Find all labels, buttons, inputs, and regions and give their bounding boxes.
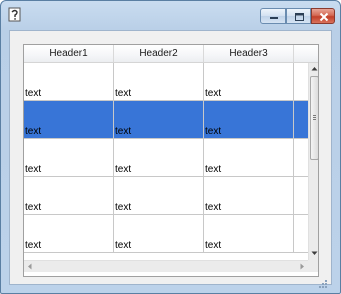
table-cell[interactable]: text [24, 139, 114, 176]
table-row-selected[interactable]: text text text [24, 101, 308, 139]
column-header-3[interactable]: Header3 [204, 45, 294, 62]
scroll-right-arrow-icon[interactable] [300, 263, 305, 270]
maximize-icon [295, 13, 304, 21]
table-header: Header1 Header2 Header3 [24, 45, 318, 63]
maximize-button[interactable] [286, 8, 311, 24]
close-button[interactable] [311, 8, 335, 24]
close-icon [319, 12, 329, 22]
column-header-1[interactable]: Header1 [24, 45, 114, 62]
cell-text: text [205, 202, 222, 213]
vertical-scrollbar[interactable] [308, 63, 318, 260]
table-row[interactable]: text text text [24, 177, 308, 215]
resize-grip-icon[interactable] [318, 279, 328, 289]
table-cell[interactable]: text [204, 101, 294, 138]
cell-text: text [205, 88, 222, 99]
column-header-filler [294, 45, 318, 62]
minimize-icon [270, 17, 278, 19]
cell-text: text [25, 126, 42, 137]
minimize-button[interactable] [260, 8, 286, 24]
scrollbar-corner [308, 260, 318, 272]
table-cell[interactable]: text [114, 63, 204, 100]
grip-line [313, 117, 316, 118]
table-cell[interactable]: text [114, 139, 204, 176]
grip-line [313, 119, 316, 120]
table-cell[interactable]: text [24, 215, 114, 252]
table-row[interactable]: text text text [24, 139, 308, 177]
cell-text: text [25, 240, 42, 251]
app-window: Header1 Header2 Header3 text text text t… [0, 0, 341, 294]
cell-text: text [115, 164, 132, 175]
cell-text: text [115, 202, 132, 213]
table-row[interactable]: text text text [24, 63, 308, 101]
table-cell[interactable]: text [204, 63, 294, 100]
client-area: Header1 Header2 Header3 text text text t… [9, 30, 332, 285]
table-cell[interactable]: text [114, 177, 204, 214]
cell-text: text [25, 202, 42, 213]
cell-text: text [205, 164, 222, 175]
cell-text: text [25, 164, 42, 175]
table-cell[interactable]: text [204, 215, 294, 252]
column-header-2[interactable]: Header2 [114, 45, 204, 62]
table-cell[interactable]: text [114, 101, 204, 138]
grip-line [313, 115, 316, 116]
table-cell[interactable]: text [24, 63, 114, 100]
table-view[interactable]: Header1 Header2 Header3 text text text t… [23, 44, 319, 277]
cell-text: text [205, 126, 222, 137]
table-cell[interactable]: text [24, 177, 114, 214]
scroll-left-arrow-icon[interactable] [27, 263, 32, 270]
cell-text: text [205, 240, 222, 251]
title-bar[interactable] [1, 1, 340, 29]
table-cell[interactable]: text [114, 215, 204, 252]
cell-text: text [25, 88, 42, 99]
horizontal-scrollbar[interactable] [24, 260, 308, 272]
table-row[interactable]: text text text [24, 215, 308, 253]
cell-text: text [115, 240, 132, 251]
cell-text: text [115, 126, 132, 137]
scroll-down-arrow-icon[interactable] [311, 251, 318, 256]
vertical-scroll-thumb[interactable] [310, 76, 318, 160]
cell-text: text [115, 88, 132, 99]
scroll-up-arrow-icon[interactable] [311, 66, 318, 71]
table-cell[interactable]: text [24, 101, 114, 138]
application-icon [8, 7, 21, 22]
table-cell[interactable]: text [204, 177, 294, 214]
table-cell[interactable]: text [204, 139, 294, 176]
